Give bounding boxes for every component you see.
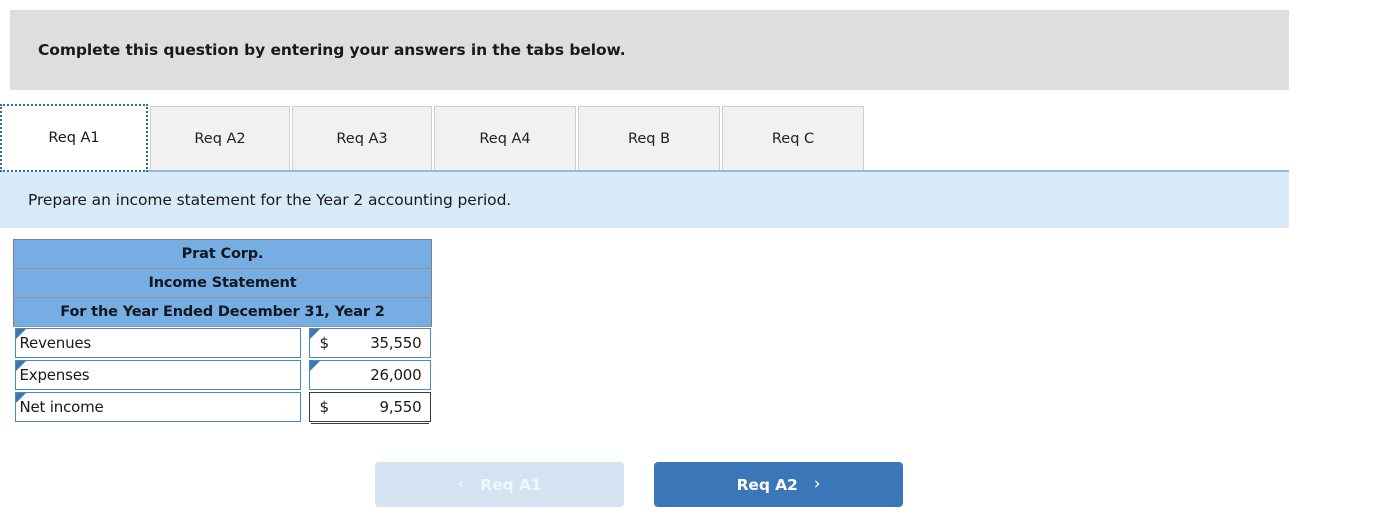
amount-inner: $35,550 bbox=[310, 334, 430, 352]
amount-input[interactable]: $35,550 bbox=[308, 328, 431, 358]
statement-row-label-cell: Net income bbox=[13, 391, 302, 423]
statement-row: Net income $9,550 bbox=[13, 391, 432, 423]
amount-inner: 26,000 bbox=[310, 366, 430, 384]
statement-title-line: For the Year Ended December 31, Year 2 bbox=[13, 297, 432, 327]
account-name-value: Net income bbox=[19, 398, 104, 416]
account-name-value: Expenses bbox=[19, 366, 90, 384]
statement-row: Revenues $35,550 bbox=[13, 326, 432, 359]
amount-value: 35,550 bbox=[370, 334, 422, 352]
tab-req-a1[interactable]: Req A1 bbox=[0, 104, 148, 172]
income-statement-container: Prat Corp. Income Statement For the Year E… bbox=[13, 239, 432, 423]
requirement-description-banner: Prepare an income statement for the Year… bbox=[0, 172, 1289, 228]
currency-symbol: $ bbox=[319, 334, 330, 352]
tab-label: Req A2 bbox=[194, 131, 246, 147]
amount-input[interactable]: $9,550 bbox=[308, 392, 431, 422]
statement-title-line: Prat Corp. bbox=[13, 239, 432, 269]
tab-label: Req C bbox=[771, 131, 815, 147]
next-requirement-button[interactable]: Req A2 › bbox=[654, 462, 903, 507]
amount-value: 26,000 bbox=[370, 366, 422, 384]
statement-title-line: Income Statement bbox=[13, 268, 432, 298]
income-statement-table: Prat Corp. Income Statement For the Year E… bbox=[13, 239, 432, 423]
tab-label: Req A4 bbox=[479, 131, 531, 147]
account-name-input[interactable]: Revenues bbox=[14, 328, 301, 358]
currency-symbol: $ bbox=[319, 398, 330, 416]
prev-requirement-button[interactable]: ‹ Req A1 bbox=[375, 462, 624, 507]
prev-requirement-label: Req A1 bbox=[480, 475, 542, 494]
statement-title-row: For the Year Ended December 31, Year 2 bbox=[13, 297, 432, 327]
next-requirement-label: Req A2 bbox=[736, 475, 798, 494]
statement-row-amount-cell: $35,550 bbox=[307, 326, 432, 359]
requirement-tab-strip: Req A1 Req A2 Req A3 Req A4 Req B Req C bbox=[0, 104, 1289, 172]
tab-req-a3[interactable]: Req A3 bbox=[292, 106, 432, 172]
tab-label: Req A3 bbox=[336, 131, 388, 147]
statement-title-row: Income Statement bbox=[13, 268, 432, 298]
statement-row-amount-cell: $9,550 bbox=[307, 391, 432, 423]
chevron-right-icon: › bbox=[813, 474, 821, 494]
account-name-input[interactable]: Net income bbox=[14, 392, 301, 422]
tab-label: Req B bbox=[627, 131, 671, 147]
tab-req-c[interactable]: Req C bbox=[722, 106, 864, 172]
chevron-left-icon: ‹ bbox=[457, 474, 465, 494]
statement-row-label-cell: Revenues bbox=[13, 326, 302, 359]
account-name-input[interactable]: Expenses bbox=[14, 360, 301, 390]
tab-req-b[interactable]: Req B bbox=[578, 106, 720, 172]
account-name-value: Revenues bbox=[19, 334, 92, 352]
statement-row: Expenses 26,000 bbox=[13, 359, 432, 391]
tab-req-a4[interactable]: Req A4 bbox=[434, 106, 576, 172]
amount-input[interactable]: 26,000 bbox=[308, 360, 431, 390]
question-instruction-text: Complete this question by entering your … bbox=[38, 41, 626, 59]
amount-inner: $9,550 bbox=[310, 398, 430, 416]
tab-label: Req A1 bbox=[48, 130, 100, 146]
navigation-buttons: ‹ Req A1 Req A2 › bbox=[375, 462, 903, 507]
statement-row-amount-cell: 26,000 bbox=[307, 359, 432, 391]
tab-req-a2[interactable]: Req A2 bbox=[150, 106, 290, 172]
statement-row-label-cell: Expenses bbox=[13, 359, 302, 391]
statement-title-row: Prat Corp. bbox=[13, 239, 432, 269]
question-instruction-banner: Complete this question by entering your … bbox=[10, 10, 1289, 90]
requirement-description-text: Prepare an income statement for the Year… bbox=[28, 191, 512, 209]
amount-value: 9,550 bbox=[379, 398, 422, 416]
